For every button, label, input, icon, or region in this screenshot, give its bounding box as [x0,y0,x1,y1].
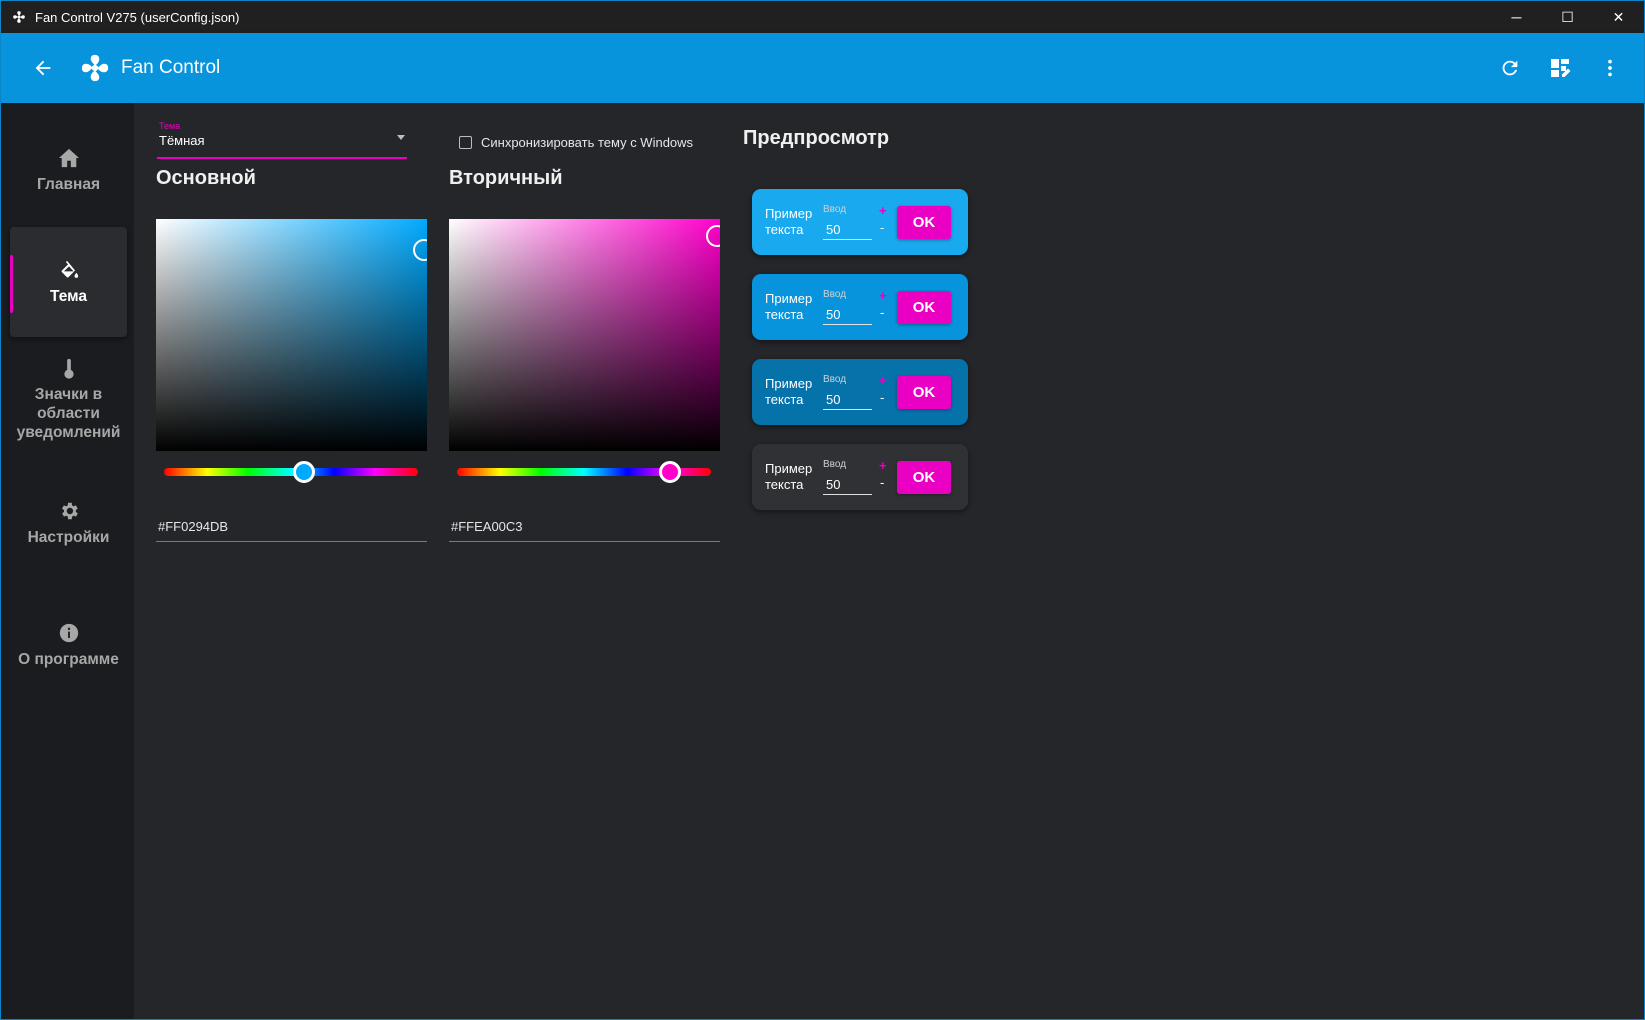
app-title: Fan Control [121,57,221,78]
ok-button[interactable]: OK [897,461,951,494]
sidebar-item-label: Тема [50,287,87,305]
sidebar-item-settings[interactable]: Настройки [10,478,127,568]
primary-hue-thumb[interactable] [292,461,315,483]
preview-card: Пример текста Ввод 50 + - OK [752,189,968,255]
sync-windows-theme[interactable]: Синхронизировать тему с Windows [459,135,693,150]
decrement-button[interactable]: - [880,390,884,405]
decrement-button[interactable]: - [880,305,884,320]
home-icon [58,147,80,169]
maximize-button[interactable]: ☐ [1542,1,1593,33]
minimize-button[interactable]: ─ [1491,1,1542,33]
preview-input-label: Ввод [823,459,847,470]
primary-hue-slider[interactable] [164,461,418,483]
increment-button[interactable]: + [879,373,887,388]
gear-icon [58,500,80,522]
theme-page: Тема Тёмная Синхронизировать тему с Wind… [134,103,1644,1019]
preview-card: Пример текста Ввод 50 + - OK [752,444,968,510]
theme-select-value: Тёмная [159,133,205,148]
preview-input[interactable]: 50 [823,473,872,495]
preview-input-label: Ввод [823,289,847,300]
preview-sample-text: Пример текста [765,376,813,407]
thermometer-icon [62,357,76,379]
decrement-button[interactable]: - [880,220,884,235]
preview-sample-text: Пример текста [765,291,813,322]
ok-button[interactable]: OK [897,291,951,324]
theme-select[interactable]: Тема Тёмная [157,121,407,159]
app-bar: Fan Control [1,33,1644,103]
secondary-hex-field[interactable]: #FFEA00C3 [449,513,720,542]
sidebar-item-home[interactable]: Главная [10,125,127,215]
back-arrow-icon[interactable] [29,54,57,82]
sidebar-item-label: Значки в области уведомлений [16,385,121,441]
increment-button[interactable]: + [879,458,887,473]
sidebar-item-about[interactable]: О программе [10,600,127,690]
window-title: Fan Control V275 (userConfig.json) [35,9,240,25]
sync-checkbox[interactable] [459,136,472,149]
theme-select-label: Тема [159,121,181,131]
fan-icon [79,52,111,84]
primary-color-title: Основной [156,167,256,189]
sidebar-item-label: Настройки [27,528,110,546]
chevron-down-icon [397,135,405,140]
sidebar-item-label: Главная [36,175,101,193]
secondary-color-picker[interactable] [449,219,720,451]
sidebar: Главная Тема Значки в области уведомлени… [1,103,134,1019]
preview-sample-text: Пример текста [765,206,813,237]
increment-button[interactable]: + [879,203,887,218]
refresh-icon[interactable] [1494,52,1526,84]
info-icon [58,622,80,644]
ok-button[interactable]: OK [897,376,951,409]
increment-button[interactable]: + [879,288,887,303]
fan-icon [11,9,27,25]
app-window: Fan Control V275 (userConfig.json) ─ ☐ ✕… [0,0,1645,1020]
close-button[interactable]: ✕ [1593,1,1644,33]
ok-button[interactable]: OK [897,206,951,239]
preview-input[interactable]: 50 [823,218,872,240]
primary-color-picker[interactable] [156,219,427,451]
preview-sample-text: Пример текста [765,461,813,492]
preview-input[interactable]: 50 [823,388,872,410]
dashboard-edit-icon[interactable] [1544,52,1576,84]
app-actions [1494,33,1626,103]
window-controls: ─ ☐ ✕ [1491,1,1644,33]
secondary-hue-slider[interactable] [457,461,711,483]
sync-checkbox-label: Синхронизировать тему с Windows [481,135,694,150]
preview-card: Пример текста Ввод 50 + - OK [752,274,968,340]
primary-hex-field[interactable]: #FF0294DB [156,513,427,542]
secondary-hex-value: #FFEA00C3 [451,519,523,534]
preview-input-label: Ввод [823,374,847,385]
preview-card: Пример текста Ввод 50 + - OK [752,359,968,425]
secondary-hue-thumb[interactable] [659,461,682,483]
title-bar: Fan Control V275 (userConfig.json) ─ ☐ ✕ [1,1,1644,33]
decrement-button[interactable]: - [880,475,884,490]
sidebar-item-tray-icons[interactable]: Значки в области уведомлений [10,349,127,449]
preview-input[interactable]: 50 [823,303,872,325]
paint-bucket-icon [58,259,80,281]
sidebar-item-theme[interactable]: Тема [10,227,127,337]
preview-input-label: Ввод [823,204,847,215]
primary-hex-value: #FF0294DB [158,519,229,534]
more-vert-icon[interactable] [1594,52,1626,84]
preview-title: Предпросмотр [743,127,890,149]
secondary-color-title: Вторичный [449,167,563,189]
sidebar-item-label: О программе [18,650,119,668]
